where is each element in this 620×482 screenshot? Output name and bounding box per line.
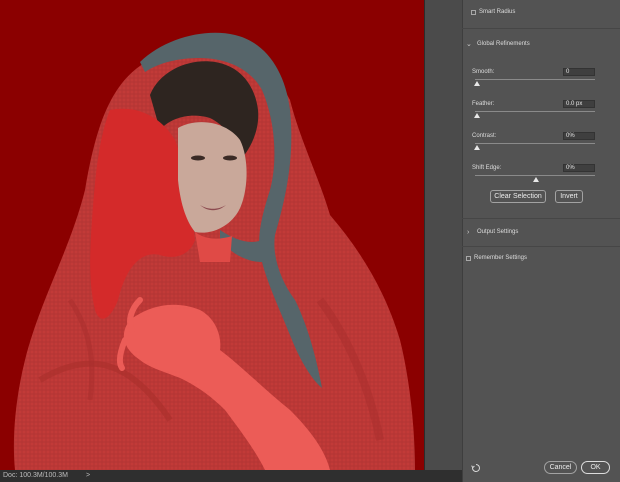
canvas-area[interactable]: Doc: 100.3M/100.3M > <box>0 0 463 482</box>
reset-icon[interactable] <box>471 463 481 473</box>
smooth-input[interactable]: 0 <box>563 68 595 76</box>
contrast-slider-track[interactable] <box>475 143 595 144</box>
invert-button[interactable]: Invert <box>555 190 583 203</box>
output-settings-header[interactable]: Output Settings <box>477 229 518 235</box>
smooth-label: Smooth: <box>472 69 495 75</box>
clear-selection-button[interactable]: Clear Selection <box>490 190 546 203</box>
document-size-info: Doc: 100.3M/100.3M <box>3 472 68 479</box>
shift-edge-label: Shift Edge: <box>472 165 502 171</box>
shift-edge-slider-thumb-icon[interactable] <box>533 177 539 182</box>
cancel-button[interactable]: Cancel <box>544 461 577 474</box>
feather-slider-track[interactable] <box>475 111 595 112</box>
canvas-scroll-area <box>424 0 463 470</box>
feather-slider-thumb-icon[interactable] <box>474 113 480 118</box>
chevron-down-icon[interactable]: ⌄ <box>466 41 472 48</box>
image-canvas[interactable] <box>0 0 424 470</box>
remember-settings-label: Remember Settings <box>474 255 528 261</box>
masked-photo <box>0 0 424 470</box>
section-divider <box>462 218 620 219</box>
contrast-slider-thumb-icon[interactable] <box>474 145 480 150</box>
smooth-slider-track[interactable] <box>475 79 595 80</box>
smooth-slider-thumb-icon[interactable] <box>474 81 480 86</box>
global-refinements-header[interactable]: Global Refinements <box>477 41 530 47</box>
shift-edge-input[interactable]: 0% <box>563 164 595 172</box>
feather-label: Feather: <box>472 101 495 107</box>
section-divider <box>462 28 620 29</box>
shift-edge-slider-track[interactable] <box>475 175 595 176</box>
status-bar: Doc: 100.3M/100.3M > <box>0 470 462 482</box>
smart-radius-label: Smart Radius <box>479 9 516 15</box>
contrast-input[interactable]: 0% <box>563 132 595 140</box>
ok-button[interactable]: OK <box>581 461 610 474</box>
section-divider <box>462 246 620 247</box>
feather-input[interactable]: 0.0 px <box>563 100 595 108</box>
contrast-label: Contrast: <box>472 133 497 139</box>
chevron-right-icon[interactable]: › <box>467 229 469 236</box>
remember-settings-checkbox[interactable] <box>466 256 471 261</box>
status-menu-arrow[interactable]: > <box>86 470 90 482</box>
smart-radius-checkbox[interactable] <box>471 10 476 15</box>
